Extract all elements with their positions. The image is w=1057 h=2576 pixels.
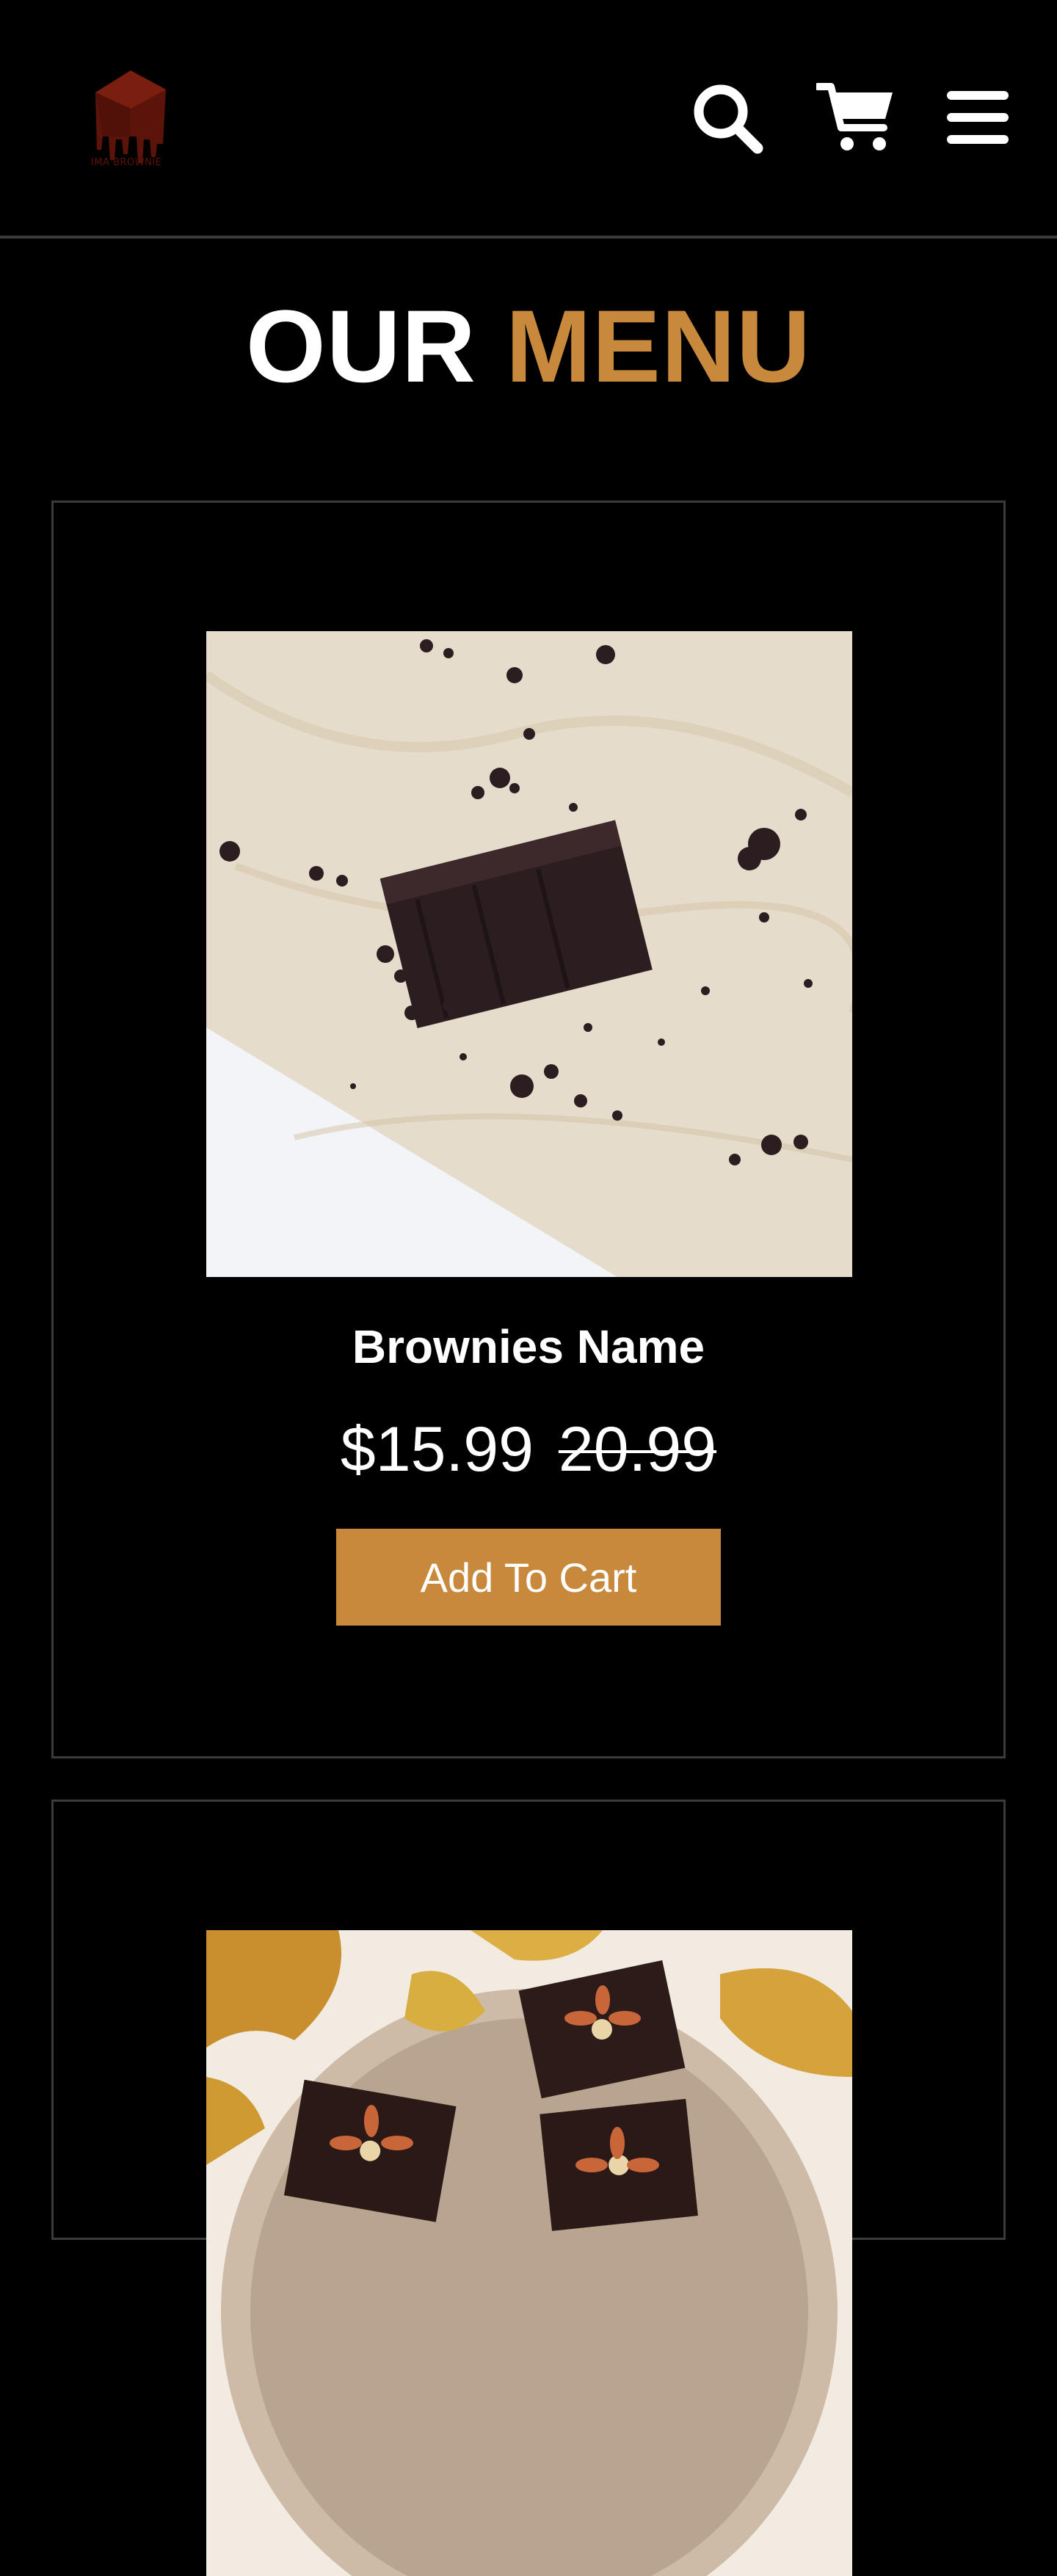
add-to-cart-button[interactable]: Add To Cart <box>336 1529 721 1626</box>
hamburger-menu-icon[interactable] <box>947 90 1009 145</box>
current-price: $15.99 <box>340 1414 534 1485</box>
cart-icon[interactable] <box>816 82 894 153</box>
site-header: IMA BROWNIE <box>0 0 1057 239</box>
title-part-menu: MENU <box>505 288 812 404</box>
menu-item-card: Brownies Name $15.99 20.99 Add To Cart <box>51 501 1006 1758</box>
title-part-our: OUR <box>245 288 476 404</box>
product-name: Brownies Name <box>352 1320 705 1373</box>
menu-item-card <box>51 1800 1006 2576</box>
product-price: $15.99 20.99 <box>54 1413 1003 1486</box>
logo-text: IMA BROWNIE <box>91 157 162 168</box>
original-price: 20.99 <box>558 1414 717 1485</box>
menu-section-title: OUR MENU <box>0 288 1057 405</box>
brownie-logo-icon <box>95 70 166 163</box>
brownie-product-image <box>206 631 852 1277</box>
brownie-product-image <box>206 1930 852 2576</box>
search-icon[interactable] <box>690 81 763 154</box>
